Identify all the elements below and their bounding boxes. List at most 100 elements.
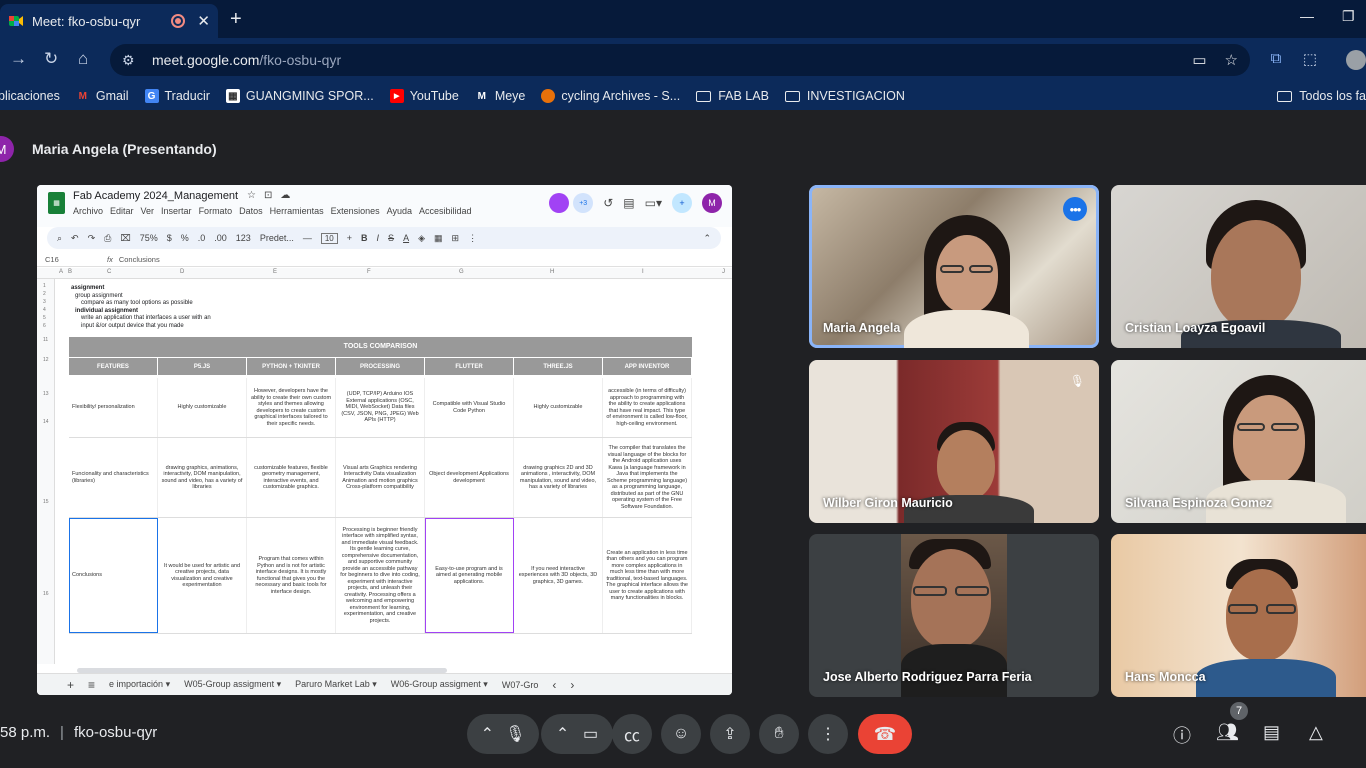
people-icon[interactable]: 👥︎	[1216, 722, 1239, 743]
participant-tile[interactable]: Silvana Espinoza Gomez	[1111, 360, 1366, 523]
reactions-button[interactable]: ☺	[661, 714, 701, 754]
table-cell: Object development Applications developm…	[425, 438, 514, 517]
camera-in-use-icon[interactable]: ▭	[1192, 51, 1206, 69]
browser-toolbar: → ↻ ⌂ ⚙ meet.google.com/fko-osbu-qyr ▭ ☆…	[0, 38, 1366, 82]
present-screen-icon: ⇪	[723, 726, 737, 743]
table-cell: If you need interactive experiences with…	[514, 518, 603, 633]
home-button[interactable]: ⌂	[78, 49, 88, 69]
table-row: Conclusions It would be used for artisti…	[69, 518, 692, 634]
collaborator-avatar	[549, 193, 570, 213]
column-header: PYTHON + TKINTER	[247, 358, 336, 375]
sheet-tab: W06-Group assigment ▾	[390, 679, 488, 689]
table-cell: Program that comes within Python and is …	[247, 518, 336, 633]
scroll-left-icon: ‹	[552, 677, 557, 692]
video-options-chevron-icon[interactable]: ⌃	[556, 724, 569, 744]
bookmark-traducir[interactable]: G Traducir	[144, 89, 210, 103]
bookmark-investigacion[interactable]: INVESTIGACION	[784, 89, 905, 103]
url-host: meet.google.com	[152, 52, 260, 68]
menu-item: Archivo	[73, 206, 104, 216]
profile-avatar[interactable]	[1346, 50, 1366, 70]
bookmark-all[interactable]: Todos los fa	[1277, 89, 1366, 103]
new-tab-button[interactable]: +	[230, 8, 242, 31]
captions-icon: ㏄	[623, 728, 640, 745]
collapse-icon: ⌃	[703, 232, 711, 243]
meet-video-icon: ▭▾	[644, 196, 662, 210]
bookmark-star-icon[interactable]: ☆	[1225, 51, 1238, 69]
url-path: /fko-osbu-qyr	[259, 52, 342, 68]
more-options-button[interactable]: ⋮	[808, 714, 848, 754]
mic-off-icon: 🎙︎	[1069, 374, 1085, 388]
sheet-header: ▦ Fab Academy 2024_Management ☆ ⊡ ☁ Arch…	[37, 185, 732, 227]
menu-item: Editar	[110, 206, 134, 216]
row-numbers: 1 2 3 4 5 6 11 12 13 14 15 16	[37, 279, 55, 664]
raise-hand-button[interactable]: ✋︎	[759, 714, 799, 754]
camera-icon[interactable]: ▭	[583, 724, 598, 744]
table-cell-collaborator: Easy-to-use program and is aimed at gene…	[425, 518, 514, 633]
chat-icon[interactable]: ▤	[1263, 722, 1280, 743]
user-avatar: M	[702, 193, 722, 213]
meet-controls-bar: 58 p.m. | fko-osbu-qyr ⌃ 🎙︎ ⌃ ▭ ㏄ ☺ ⇪ ✋︎ ⋮…	[0, 702, 1366, 768]
participant-tile[interactable]: Cristian Loayza Egoavil	[1111, 185, 1366, 348]
reload-button[interactable]: ↻	[44, 49, 58, 69]
assignment-notes: assignment group assignment compare as m…	[71, 285, 211, 329]
activities-icon[interactable]: △	[1309, 722, 1323, 743]
bookmark-meye[interactable]: M Meye	[475, 89, 526, 103]
cloud-icon: ☁	[280, 190, 291, 201]
history-icon: ↺	[603, 196, 614, 210]
translate-extension-icon[interactable]: ⧉	[1266, 50, 1286, 70]
more-options-icon[interactable]: •••	[1063, 197, 1087, 221]
maximize-window-button[interactable]: ❐	[1342, 8, 1355, 25]
strikethrough-icon: S	[388, 233, 395, 243]
sheet-toolbar: ⌕ ↶ ↷ ⎙ ⌧ 75% $% .0.00 123 Predet... — 10 …	[47, 227, 721, 249]
participant-tile[interactable]: Jose Alberto Rodriguez Parra Feria	[809, 534, 1099, 697]
menu-item: Herramientas	[269, 206, 324, 216]
column-header: THREE.JS	[514, 358, 603, 375]
star-icon: ☆	[247, 190, 256, 201]
table-cell: Compatible with Visual Studio Code Pytho…	[425, 378, 514, 437]
bookmark-fab-lab[interactable]: FAB LAB	[696, 89, 769, 103]
text-color-icon: A	[403, 233, 410, 243]
captions-button[interactable]: ㏄	[612, 714, 652, 754]
meet-stage: M Maria Angela (Presentando) ▦ Fab Acade…	[0, 110, 1366, 768]
more-vert-icon: ⋮	[468, 232, 478, 243]
redo-icon: ↷	[87, 232, 96, 243]
fill-color-icon: ◈	[418, 232, 425, 243]
bookmark-gmail[interactable]: M Gmail	[76, 89, 129, 103]
shared-screen: ▦ Fab Academy 2024_Management ☆ ⊡ ☁ Arch…	[37, 185, 732, 695]
bookmark-aplicaciones[interactable]: plicaciones	[0, 89, 60, 103]
present-button[interactable]: ⇪	[710, 714, 750, 754]
menu-item: Datos	[239, 206, 263, 216]
forward-button[interactable]: →	[10, 49, 27, 69]
font-size-field: 10	[320, 232, 338, 244]
guangming-icon: ▦	[225, 89, 240, 103]
participant-tile[interactable]: 🎙︎ Wilber Giron Mauricio	[809, 360, 1099, 523]
extensions-puzzle-icon[interactable]: ⬚	[1300, 50, 1320, 70]
minimize-window-button[interactable]: —	[1300, 8, 1314, 24]
address-bar[interactable]: ⚙ meet.google.com/fko-osbu-qyr ▭ ☆	[110, 44, 1250, 76]
close-tab-icon[interactable]: ✕	[197, 12, 210, 30]
formula-value: Conclusions	[118, 255, 160, 264]
participant-count-badge: 7	[1230, 702, 1248, 720]
audio-options-chevron-icon[interactable]: ⌃	[481, 724, 494, 744]
column-header: APP INVENTOR	[603, 358, 692, 375]
meeting-info-icon[interactable]: ⓘ	[1173, 722, 1191, 748]
recording-indicator-icon	[171, 14, 186, 28]
microphone-icon[interactable]: 🎙︎	[505, 724, 525, 744]
bookmark-youtube[interactable]: ▶ YouTube	[389, 89, 459, 103]
browser-tab-meet[interactable]: Meet: fko-osbu-qyr ✕	[0, 4, 218, 38]
participant-name: Silvana Espinoza Gomez	[1125, 496, 1273, 510]
menu-item: Accesibilidad	[419, 206, 472, 216]
meeting-time: 58 p.m.	[0, 724, 51, 741]
participant-tile[interactable]: ••• Maria Angela	[809, 185, 1099, 348]
table-cell: The compiler that translates the visual …	[603, 438, 692, 517]
participant-tile[interactable]: Hans Moncca	[1111, 534, 1366, 697]
site-info-icon[interactable]: ⚙	[122, 52, 140, 69]
table-cell: accessible (in terms of difficulty) appr…	[603, 378, 692, 437]
undo-icon: ↶	[71, 232, 79, 243]
leave-call-button[interactable]: ☎︎	[858, 714, 912, 754]
menu-item: Formato	[198, 206, 233, 216]
table-cell: customizable features, flexible geometry…	[247, 438, 336, 517]
bookmark-guangming[interactable]: ▦ GUANGMING SPOR...	[225, 89, 374, 103]
column-header: P5.JS	[158, 358, 247, 375]
bookmark-cycling[interactable]: cycling Archives - S...	[541, 89, 680, 103]
